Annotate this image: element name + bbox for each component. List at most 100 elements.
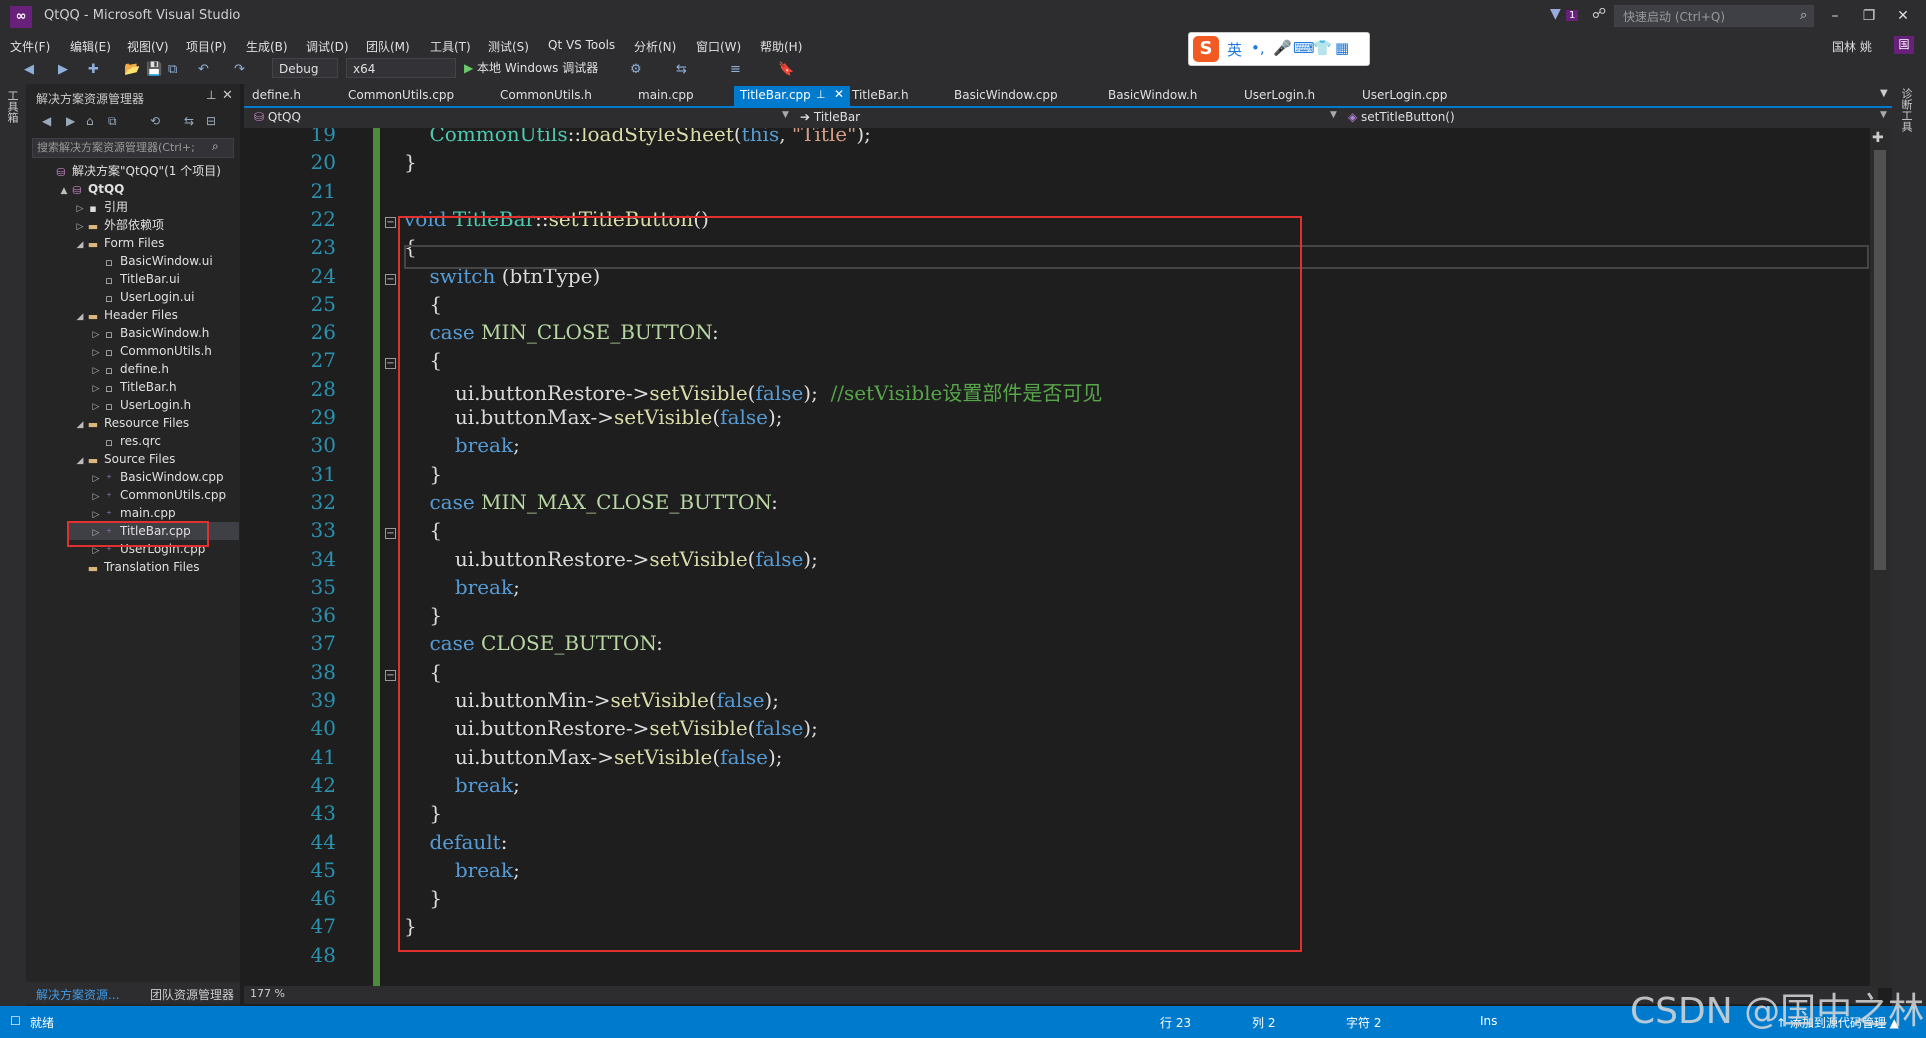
filter-icon[interactable]: ▼ (1550, 6, 1561, 22)
menu-item[interactable]: 视图(V) (127, 38, 169, 55)
history-icon[interactable]: ⟲ (150, 114, 160, 128)
menu-item[interactable]: 工具(T) (430, 38, 471, 55)
undo-icon[interactable]: ↶ (198, 62, 209, 77)
tree-item[interactable]: ▷ ▫ BasicWindow.h (90, 324, 210, 342)
tree-item[interactable]: ▷ ▬ 外部依赖项 (74, 216, 164, 234)
tree-item[interactable]: ▫ res.qrc (90, 432, 161, 450)
pin-icon[interactable]: ⊥ (206, 88, 216, 102)
apps-icon[interactable]: ▦ (1335, 39, 1349, 57)
tree-item[interactable]: ▲ ⛁ QtQQ (58, 180, 125, 200)
collapse-icon[interactable]: ⊟ (206, 114, 216, 128)
open-file-icon[interactable]: 📂 (124, 62, 140, 77)
restore-button[interactable]: ❐ (1854, 4, 1884, 28)
back-icon[interactable]: ◀ (42, 114, 51, 128)
mic-icon[interactable]: 🎤 (1273, 39, 1292, 57)
switch-views-icon[interactable]: ⧉ (108, 114, 117, 129)
tab-main-cpp[interactable]: main.cpp (638, 88, 694, 102)
back-icon[interactable]: ◀ (24, 62, 34, 77)
sync-icon[interactable]: ⇆ (184, 114, 194, 128)
close-tab-icon[interactable]: ✕ (834, 87, 844, 101)
ime-lang-icon[interactable]: 英 (1227, 39, 1242, 60)
menu-item[interactable]: 文件(F) (10, 38, 50, 55)
save-all-icon[interactable]: ⧉ (168, 62, 177, 77)
chevron-down-icon[interactable]: ▼ (1880, 110, 1887, 120)
forward-icon[interactable]: ▶ (66, 114, 75, 128)
tree-item[interactable]: ▷ ▫ CommonUtils.h (90, 342, 212, 360)
tab-solution-explorer[interactable]: 解决方案资源... (36, 986, 119, 1003)
split-editor-icon[interactable]: ✚ (1872, 130, 1884, 146)
run-debugger-button[interactable]: ▶ 本地 Windows 调试器 (464, 59, 598, 76)
tab-userlogin-h[interactable]: UserLogin.h (1244, 88, 1315, 102)
tab-team-explorer[interactable]: 团队资源管理器 (150, 986, 234, 1003)
expand-arrow-icon[interactable]: ◢ (74, 308, 86, 326)
chevron-down-icon[interactable]: ▼ (782, 110, 789, 120)
skin-icon[interactable]: 👕 (1313, 39, 1332, 57)
menu-item[interactable]: 项目(P) (186, 38, 227, 55)
pin-icon[interactable]: ⊥ (816, 88, 826, 101)
ime-punct-icon[interactable]: •, (1251, 39, 1265, 57)
user-name[interactable]: 国林 姚 (1832, 38, 1872, 55)
minimize-button[interactable]: – (1820, 4, 1850, 28)
member-selector[interactable]: ◈ setTitleButton() (1348, 110, 1455, 124)
menu-item[interactable]: 窗口(W) (696, 38, 741, 55)
scope-selector[interactable]: ➔ TitleBar (800, 110, 860, 124)
chevron-down-icon[interactable]: ▼ (1330, 110, 1337, 120)
toolbox-tab[interactable]: 工具箱 (6, 90, 20, 123)
quick-launch-input[interactable]: 快速启动 (Ctrl+Q) (1614, 5, 1814, 27)
bookmark-icon[interactable]: 🔖 (778, 62, 794, 77)
expand-arrow-icon[interactable]: ◢ (74, 452, 86, 470)
code-line[interactable]: } (404, 150, 417, 174)
tree-item[interactable]: ▫ TitleBar.ui (90, 270, 180, 288)
sogou-logo-icon[interactable]: S (1193, 36, 1219, 62)
save-icon[interactable]: 💾 (146, 62, 162, 77)
menu-item[interactable]: Qt VS Tools (548, 38, 615, 52)
home-icon[interactable]: ⌂ (86, 114, 94, 128)
redo-icon[interactable]: ↷ (234, 62, 245, 77)
scrollbar-thumb[interactable] (1874, 150, 1886, 570)
tab-titlebar-h[interactable]: TitleBar.h (852, 88, 909, 102)
expand-arrow-icon[interactable]: ◢ (74, 416, 86, 434)
menu-item[interactable]: 团队(M) (366, 38, 410, 55)
tree-item[interactable]: ◢ ▬ Form Files (74, 234, 165, 254)
menu-item[interactable]: 测试(S) (488, 38, 529, 55)
tree-item[interactable]: ◢ ▬ Resource Files (74, 414, 190, 434)
tree-item[interactable]: ▷ ▫ UserLogin.h (90, 396, 192, 414)
search-icon[interactable]: ⌕ (1800, 8, 1807, 23)
platform-dropdown[interactable]: x64 (346, 58, 456, 78)
close-button[interactable]: ✕ (1888, 4, 1918, 28)
zoom-level[interactable]: 177 % (250, 987, 285, 1000)
tab-overflow-icon[interactable]: ▼ (1880, 88, 1888, 99)
tree-item[interactable]: ◢ ▬ Source Files (74, 450, 176, 470)
avatar[interactable]: 国 (1894, 36, 1914, 54)
menu-item[interactable]: 帮助(H) (760, 38, 802, 55)
menu-item[interactable]: 生成(B) (246, 38, 288, 55)
fold-toggle-icon[interactable]: − (385, 528, 396, 540)
tree-item[interactable]: ▷ ▫ define.h (90, 360, 169, 378)
feedback-icon[interactable]: ☍ (1592, 6, 1606, 22)
tab-define-h[interactable]: define.h (252, 88, 301, 102)
notification-badge[interactable]: 1 (1566, 10, 1579, 21)
code-line[interactable]: CommonUtils::loadStyleSheet(this, "Title… (404, 128, 870, 146)
fold-toggle-icon[interactable]: − (385, 216, 396, 228)
tree-item[interactable]: ▷ ⁺ main.cpp (90, 504, 176, 522)
tree-item[interactable]: ▷ ⁺ CommonUtils.cpp (90, 486, 227, 504)
menu-item[interactable]: 分析(N) (634, 38, 676, 55)
tree-item[interactable]: ▷ ▪ 引用 (74, 198, 128, 216)
tree-item[interactable]: ▫ UserLogin.ui (90, 288, 194, 306)
search-icon[interactable]: ⌕ (212, 139, 219, 154)
tree-item[interactable]: ◢ ▬ Header Files (74, 306, 178, 324)
menu-item[interactable]: 编辑(E) (70, 38, 111, 55)
diagnostics-tab[interactable]: 诊断工具 (1898, 88, 1914, 132)
tree-item[interactable]: ▬ Translation Files (74, 558, 200, 576)
toggle-icon[interactable]: ⇆ (676, 62, 687, 77)
expand-arrow-icon[interactable]: ◢ (74, 236, 86, 254)
tree-item[interactable]: ▷ ⁺ BasicWindow.cpp (90, 468, 224, 486)
solution-search-input[interactable]: 搜索解决方案资源管理器(Ctrl+; (32, 138, 234, 158)
expand-arrow-icon[interactable]: ▲ (58, 182, 70, 200)
tree-item[interactable]: ⛁ 解决方案"QtQQ"(1 个项目) (42, 162, 221, 180)
forward-icon[interactable]: ▶ (58, 62, 68, 77)
fold-toggle-icon[interactable]: − (385, 273, 396, 285)
menu-item[interactable]: 调试(D) (306, 38, 349, 55)
tab-basicwindow-cpp[interactable]: BasicWindow.cpp (954, 88, 1058, 102)
indent-icon[interactable]: ≡ (730, 62, 741, 77)
